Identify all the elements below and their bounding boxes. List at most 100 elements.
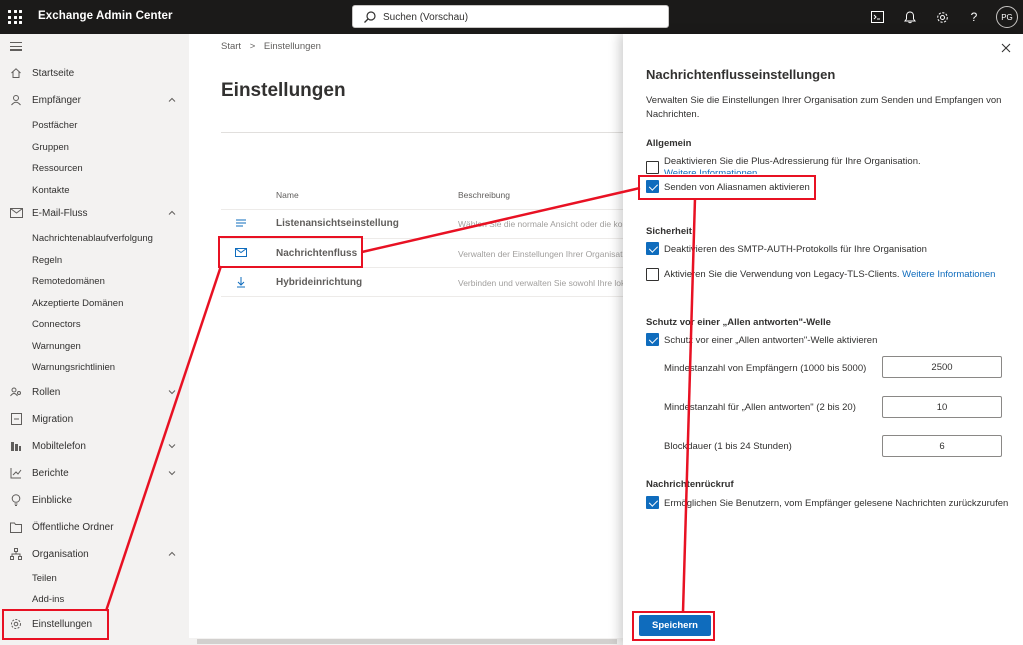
bell-icon[interactable] (901, 8, 919, 26)
avatar[interactable]: PG (996, 6, 1018, 28)
nav-item-public-folders[interactable]: Öffentliche Ordner (0, 516, 189, 538)
nav-sub-remote-domains[interactable]: Remotedomänen (32, 276, 105, 287)
nav-item-insights[interactable]: Einblicke (0, 489, 189, 511)
message-recall-checkbox[interactable] (646, 496, 659, 509)
folder-icon (9, 520, 23, 534)
nav-label: Berichte (32, 467, 69, 479)
chart-icon (9, 466, 23, 480)
plus-addressing-label: Deaktivieren Sie die Plus-Adressierung f… (664, 156, 921, 167)
column-header-name[interactable]: Name (276, 190, 299, 200)
main-content: Start > Einstellungen Einstellungen Name… (189, 34, 623, 645)
org-icon (9, 547, 23, 561)
nav-label: Startseite (32, 67, 75, 79)
terminal-icon[interactable] (868, 8, 886, 26)
min-recipients-label: Mindestanzahl von Empfängern (1000 bis 5… (664, 363, 867, 374)
nav-label: Mobiltelefon (32, 440, 86, 452)
reply-all-protection-label: Schutz vor einer „Allen antworten"-Welle… (664, 335, 878, 346)
section-recall-heading: Nachrichtenrückruf (646, 479, 734, 490)
legacy-tls-link[interactable]: Weitere Informationen (902, 269, 995, 280)
smtp-auth-label: Deaktivieren des SMTP-AUTH-Protokolls fü… (664, 244, 927, 255)
nav-sub-mailboxes[interactable]: Postfächer (32, 120, 77, 131)
block-duration-label: Blockdauer (1 bis 24 Stunden) (664, 441, 792, 452)
person-icon (9, 93, 23, 107)
min-recipients-input[interactable]: 2500 (882, 356, 1002, 378)
chevron-up-icon[interactable] (167, 208, 177, 218)
nav-item-organization[interactable]: Organisation (0, 543, 189, 565)
min-replies-label: Mindestanzahl für „Allen antworten" (2 b… (664, 402, 856, 413)
waffle-icon[interactable] (8, 10, 22, 24)
smtp-auth-checkbox[interactable] (646, 242, 659, 255)
message-recall-label: Ermöglichen Sie Benutzern, vom Empfänger… (664, 498, 1009, 509)
scrollbar-thumb[interactable] (197, 639, 617, 644)
app-title[interactable]: Exchange Admin Center (38, 10, 173, 22)
roles-icon (9, 385, 23, 399)
nav-item-roles[interactable]: Rollen (0, 381, 189, 403)
block-duration-input[interactable]: 6 (882, 435, 1002, 457)
breadcrumb: Start > Einstellungen (221, 41, 327, 52)
mail-icon (9, 206, 23, 220)
list-view-icon (236, 219, 246, 227)
highlight-mail-flow-row (218, 236, 363, 268)
left-nav: Startseite Empfänger Postfächer Gruppen … (0, 34, 189, 645)
nav-sub-rules[interactable]: Regeln (32, 255, 62, 266)
min-replies-input[interactable]: 10 (882, 396, 1002, 418)
breadcrumb-start[interactable]: Start (221, 41, 241, 52)
table-row-list-view[interactable]: Listenansichtseinstellung (276, 218, 399, 229)
plus-addressing-checkbox[interactable] (646, 161, 659, 174)
chevron-down-icon[interactable] (167, 468, 177, 478)
lightbulb-icon (9, 493, 23, 507)
nav-label: Rollen (32, 386, 61, 398)
nav-sub-resources[interactable]: Ressourcen (32, 163, 83, 174)
horizontal-scrollbar[interactable] (189, 638, 623, 645)
nav-sub-connectors[interactable]: Connectors (32, 319, 81, 330)
nav-sub-sharing[interactable]: Teilen (32, 573, 57, 584)
gear-icon[interactable] (933, 8, 951, 26)
nav-sub-groups[interactable]: Gruppen (32, 142, 69, 153)
home-icon (9, 66, 23, 80)
nav-item-migration[interactable]: Migration (0, 408, 189, 430)
legacy-tls-checkbox[interactable] (646, 268, 659, 281)
column-header-description[interactable]: Beschreibung (458, 190, 510, 200)
search-box[interactable]: Suchen (Vorschau) (352, 5, 669, 28)
row-description: Wählen Sie die normale Ansicht oder die … (458, 219, 623, 229)
nav-sub-alerts[interactable]: Warnungen (32, 341, 81, 352)
chevron-up-icon[interactable] (167, 549, 177, 559)
page-title: Einstellungen (221, 80, 346, 101)
nav-sub-message-trace[interactable]: Nachrichtenablaufverfolgung (32, 233, 153, 244)
mobile-icon (9, 439, 23, 453)
mail-flow-settings-panel: Nachrichtenflusseinstellungen Verwalten … (623, 34, 1023, 645)
nav-sub-alert-policies[interactable]: Warnungsrichtlinien (32, 362, 115, 373)
plus-addressing-link[interactable]: Weitere Informationen (664, 168, 757, 174)
chevron-down-icon[interactable] (167, 441, 177, 451)
row-divider (221, 209, 623, 210)
help-icon[interactable]: ? (965, 8, 983, 26)
table-row-hybrid-setup[interactable]: Hybrideinrichtung (276, 277, 362, 288)
nav-item-reports[interactable]: Berichte (0, 462, 189, 484)
nav-item-mail-flow[interactable]: E-Mail-Fluss (0, 202, 189, 224)
nav-sub-accepted-domains[interactable]: Akzeptierte Domänen (32, 298, 123, 309)
migration-icon (9, 412, 23, 426)
download-icon (237, 277, 245, 288)
legacy-tls-text: Aktivieren Sie die Verwendung von Legacy… (664, 269, 900, 280)
nav-label: Organisation (32, 548, 89, 560)
chevron-down-icon[interactable] (167, 387, 177, 397)
nav-item-mobile[interactable]: Mobiltelefon (0, 435, 189, 457)
nav-item-recipients[interactable]: Empfänger (0, 89, 189, 111)
legacy-tls-label: Aktivieren Sie die Verwendung von Legacy… (664, 269, 995, 280)
close-icon[interactable] (1000, 42, 1012, 54)
nav-sub-contacts[interactable]: Kontakte (32, 185, 70, 196)
section-general-heading: Allgemein (646, 138, 692, 149)
nav-sub-add-ins[interactable]: Add-ins (32, 594, 64, 605)
nav-item-home[interactable]: Startseite (0, 62, 189, 84)
hamburger-icon[interactable] (10, 42, 22, 53)
search-input[interactable]: Suchen (Vorschau) (383, 12, 468, 23)
chevron-up-icon[interactable] (167, 95, 177, 105)
top-bar: Exchange Admin Center Suchen (Vorschau) … (0, 0, 1023, 34)
row-description: Verwalten der Einstellungen Ihrer Organi… (458, 249, 623, 259)
divider (221, 132, 623, 133)
reply-all-protection-checkbox[interactable] (646, 333, 659, 346)
nav-label: E-Mail-Fluss (32, 207, 88, 219)
nav-label: Migration (32, 413, 74, 425)
row-divider (221, 296, 623, 297)
highlight-save-button (632, 611, 715, 641)
